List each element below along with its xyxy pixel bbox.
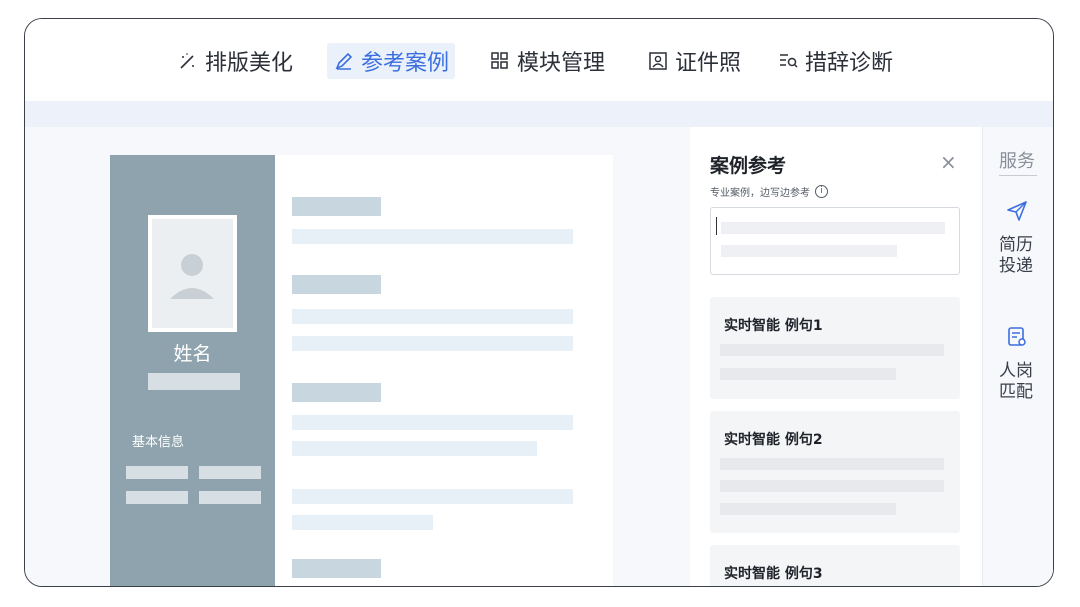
id-photo-icon [649, 52, 667, 70]
tab-layout-beautify[interactable]: 排版美化 [177, 43, 293, 79]
panel-subtitle-text: 专业案例，边写边参考 [710, 188, 810, 199]
case-reference-panel: 案例参考 × 专业案例，边写边参考 i 实时智能 例句1 实时智能 例句2 实时… [690, 127, 982, 586]
placeholder-line [720, 480, 944, 492]
placeholder-line [720, 344, 944, 356]
rail-item-label: 人岗 [999, 361, 1033, 381]
panel-title: 案例参考 [710, 155, 787, 177]
grid-icon [491, 52, 508, 69]
placeholder-bar [199, 491, 261, 504]
case-title: 实时智能 例句3 [724, 566, 823, 582]
rail-item-job-match[interactable]: 人岗 匹配 [999, 361, 1049, 403]
resume-sidebar: 姓名 基本信息 [110, 155, 275, 586]
send-icon[interactable] [1005, 199, 1029, 223]
service-rail: 服务 简历 投递 人岗 匹配 [982, 127, 1053, 586]
placeholder-line [292, 441, 537, 456]
placeholder-bar [126, 466, 188, 479]
rail-title: 服务 [999, 151, 1035, 172]
placeholder-bar [126, 491, 188, 504]
workspace: 姓名 基本信息 案例参考 × 专业案例，边写边参考 i 实时智能 例句1 实时智… [25, 127, 1053, 586]
tab-id-photo[interactable]: 证件照 [647, 43, 741, 79]
case-search-input[interactable] [710, 207, 960, 275]
case-title: 实时智能 例句2 [724, 432, 823, 448]
placeholder-line [720, 503, 896, 515]
rail-divider [999, 175, 1037, 176]
pen-icon [335, 52, 353, 70]
rail-item-label: 投递 [999, 256, 1033, 276]
case-card-3[interactable]: 实时智能 例句3 [710, 545, 960, 586]
case-card-2[interactable]: 实时智能 例句2 [710, 411, 960, 533]
placeholder-line [292, 415, 573, 430]
magic-wand-icon [180, 53, 194, 69]
placeholder-heading [292, 197, 381, 216]
toolbar-divider-band [25, 101, 1053, 127]
panel-subtitle: 专业案例，边写边参考 i [710, 184, 828, 199]
placeholder-line [292, 309, 573, 324]
placeholder-bar [148, 373, 240, 390]
tab-module-manage[interactable]: 模块管理 [489, 43, 605, 79]
tab-wording-diagnose[interactable]: 措辞诊断 [777, 43, 893, 79]
placeholder-line [292, 489, 573, 504]
placeholder-line [292, 515, 433, 530]
placeholder-bar [199, 466, 261, 479]
person-placeholder-icon [170, 254, 214, 299]
avatar[interactable] [148, 215, 237, 332]
rail-item-label: 匹配 [999, 382, 1033, 402]
placeholder-heading [292, 275, 381, 294]
top-toolbar: 排版美化 参考案例 模块管理 证件照 措辞诊断 [25, 19, 1053, 101]
tab-label: 措辞诊断 [805, 51, 894, 76]
tab-label: 模块管理 [517, 51, 606, 76]
placeholder-heading [292, 383, 381, 402]
tab-label: 参考案例 [361, 51, 450, 76]
section-label-basic-info: 基本信息 [132, 435, 185, 450]
text-caret [716, 217, 717, 235]
rail-item-resume-delivery[interactable]: 简历 投递 [999, 235, 1049, 277]
placeholder-heading [292, 559, 381, 578]
app-window: 排版美化 参考案例 模块管理 证件照 措辞诊断 姓名 基本信息 案例参考 × 专… [24, 18, 1054, 587]
info-icon[interactable]: i [815, 185, 828, 198]
tab-label: 排版美化 [205, 51, 294, 76]
resume-preview[interactable]: 姓名 基本信息 [110, 155, 613, 586]
placeholder-line [292, 336, 573, 351]
placeholder-line [721, 245, 897, 257]
diagnose-icon [780, 54, 798, 68]
placeholder-line [720, 368, 896, 380]
case-title: 实时智能 例句1 [724, 318, 823, 334]
close-icon[interactable]: × [940, 150, 957, 174]
placeholder-line [292, 229, 573, 244]
resume-name: 姓名 [173, 343, 212, 365]
rail-item-label: 简历 [999, 235, 1033, 255]
tab-label: 证件照 [675, 51, 742, 76]
placeholder-line [720, 458, 944, 470]
match-doc-icon[interactable] [1005, 325, 1029, 349]
placeholder-line [721, 222, 945, 234]
case-card-1[interactable]: 实时智能 例句1 [710, 297, 960, 399]
tab-reference-cases[interactable]: 参考案例 [327, 43, 456, 79]
